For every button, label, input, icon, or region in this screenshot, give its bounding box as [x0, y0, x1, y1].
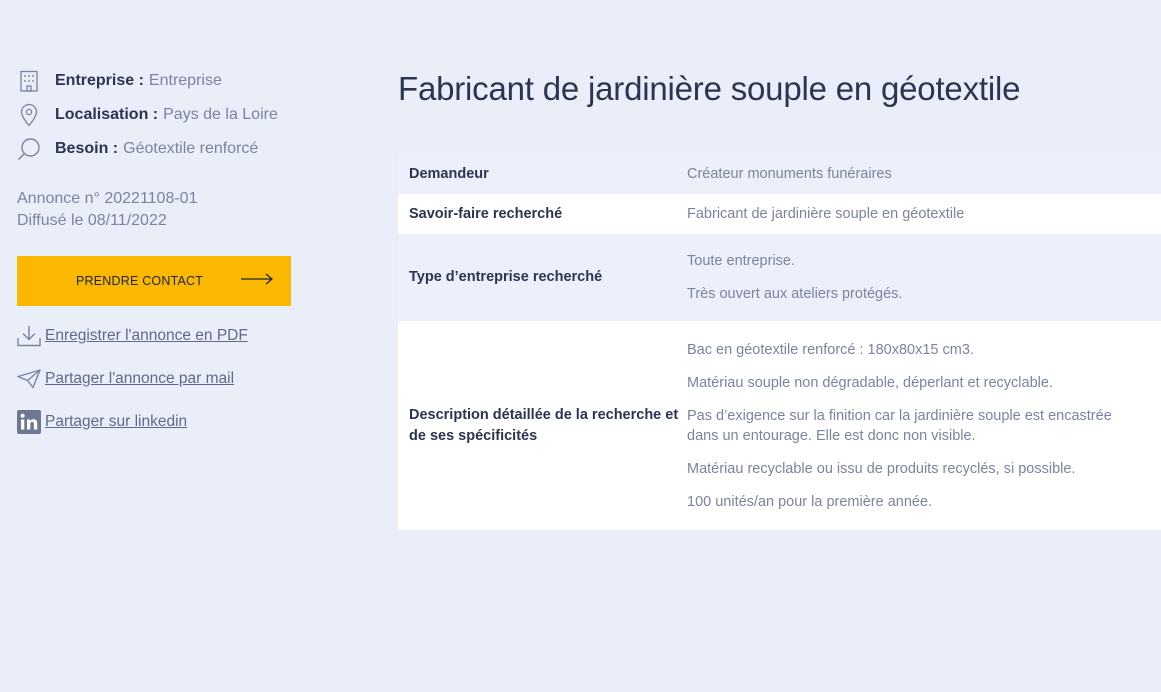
download-pdf-label: Enregistrer l'annonce en PDF: [45, 327, 248, 344]
page-title: Fabricant de jardinière souple en géotex…: [398, 70, 1021, 107]
annonce-number: Annonce n° 20221108-01: [17, 190, 198, 207]
share-mail-link[interactable]: Partager l'annonce par mail: [17, 367, 317, 391]
meta-entreprise: Entreprise : Entreprise: [17, 64, 317, 98]
meta-label: Entreprise :: [55, 72, 144, 89]
download-pdf-link[interactable]: Enregistrer l'annonce en PDF: [17, 324, 317, 348]
meta-value: Entreprise: [148, 72, 222, 89]
meta-value: Géotextile renforcé: [123, 140, 259, 157]
table-row: Demandeur Créateur monuments funéraires: [398, 154, 1161, 194]
share-mail-label: Partager l'annonce par mail: [45, 370, 235, 387]
value-text: Pas d’exigence sur la finition car la ja…: [687, 407, 1112, 444]
sidebar: Entreprise : Entreprise Localisation : P…: [17, 64, 317, 434]
building-icon: [17, 69, 41, 93]
meta-localisation: Localisation : Pays de la Loire: [17, 98, 317, 132]
row-value: Fabricant de jardinière souple en géotex…: [687, 194, 1161, 234]
table-row: Type d’entreprise recherché Toute entrep…: [398, 234, 1161, 321]
download-icon: [17, 324, 41, 348]
table-row: Description détaillée de la recherche et…: [398, 321, 1161, 530]
value-text: 100 unités/an pour la première année.: [687, 493, 933, 510]
annonce-date: Diffusé le 08/11/2022: [17, 212, 167, 229]
meta-value: Pays de la Loire: [163, 106, 278, 123]
row-label: Savoir-faire recherché: [398, 194, 687, 234]
value-text: Fabricant de jardinière souple en géotex…: [687, 206, 965, 222]
value-text: Créateur monuments funéraires: [687, 166, 892, 182]
value-text: Très ouvert aux ateliers protégés.: [687, 286, 903, 302]
value-text: Matériau souple non dégradable, déperlan…: [687, 374, 1053, 391]
value-text: Toute entreprise.: [687, 253, 796, 269]
contact-button[interactable]: PRENDRE CONTACT: [17, 256, 291, 306]
row-value: Créateur monuments funéraires: [687, 154, 1161, 194]
share-linkedin-label: Partager sur linkedin: [45, 413, 188, 430]
row-value: Toute entreprise. Très ouvert aux atelie…: [687, 234, 1161, 321]
send-icon: [17, 367, 41, 391]
value-text: Matériau recyclable ou issu de produits …: [687, 460, 1076, 477]
row-label: Demandeur: [398, 154, 687, 194]
share-linkedin-link[interactable]: Partager sur linkedin: [17, 410, 317, 434]
linkedin-icon: [17, 410, 41, 434]
search-icon: [17, 137, 41, 161]
main-content: Fabricant de jardinière souple en géotex…: [398, 66, 1161, 530]
meta-label: Besoin :: [55, 140, 119, 157]
meta-label: Localisation :: [55, 106, 159, 123]
table-row: Savoir-faire recherché Fabricant de jard…: [398, 194, 1161, 234]
meta-besoin: Besoin : Géotextile renforcé: [17, 132, 317, 166]
annonce-info: Annonce n° 20221108-01 Diffusé le 08/11/…: [17, 188, 317, 232]
location-pin-icon: [17, 103, 41, 127]
row-label: Description détaillée de la recherche et…: [398, 321, 687, 530]
row-value: Bac en géotextile renforcé : 180x80x15 c…: [687, 321, 1161, 530]
row-label: Type d’entreprise recherché: [398, 234, 687, 321]
contact-button-label: PRENDRE CONTACT: [76, 274, 204, 288]
value-text: Bac en géotextile renforcé : 180x80x15 c…: [687, 341, 974, 358]
arrow-right-icon: [241, 272, 274, 290]
details-table: Demandeur Créateur monuments funéraires …: [398, 154, 1161, 530]
